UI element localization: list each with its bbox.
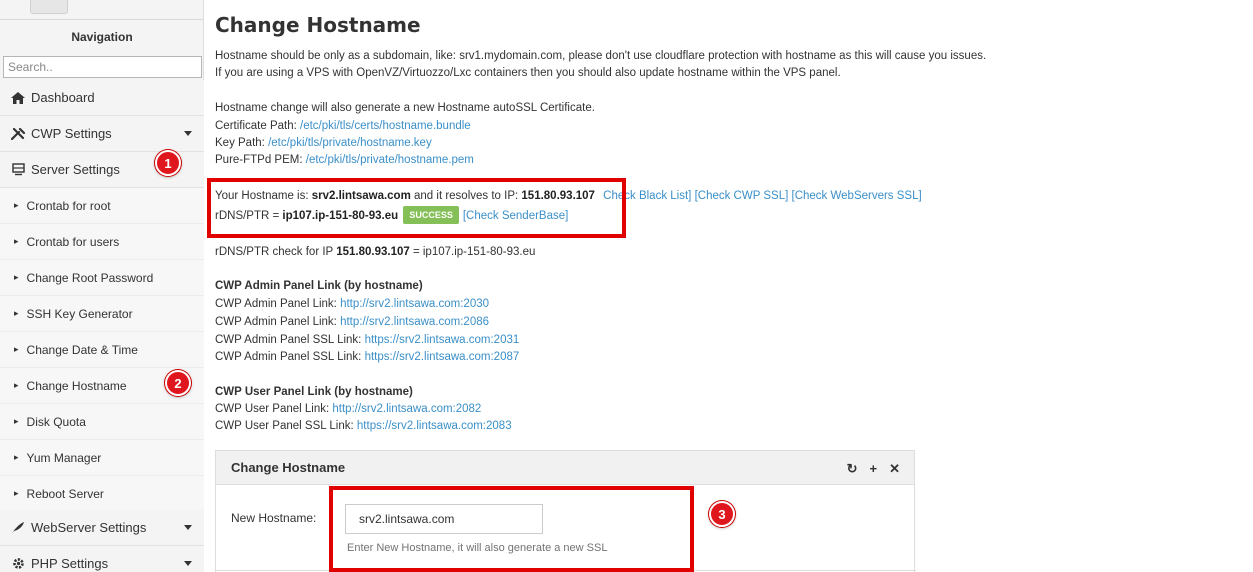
check-webservers-ssl-link[interactable]: [Check WebServers SSL] bbox=[792, 190, 922, 202]
label: Key Path: bbox=[215, 137, 269, 149]
divider bbox=[0, 19, 204, 20]
pem-path-line: Pure-FTPd PEM: /etc/pki/tls/private/host… bbox=[215, 152, 474, 168]
user-links-heading: CWP User Panel Link (by hostname) bbox=[215, 386, 413, 398]
admin-link-line: CWP Admin Panel SSL Link: https://srv2.l… bbox=[215, 349, 519, 365]
info-text: Hostname should be only as a subdomain, … bbox=[215, 50, 987, 62]
new-hostname-label: New Hostname: bbox=[231, 511, 317, 525]
highlight-box bbox=[329, 486, 694, 572]
label: CWP Admin Panel SSL Link: bbox=[215, 351, 365, 363]
admin-panel-ssl-link[interactable]: https://srv2.lintsawa.com:2087 bbox=[365, 351, 520, 363]
sidebar-subitem-label: Disk Quota bbox=[26, 414, 86, 429]
caret-right-icon: ▸ bbox=[14, 200, 19, 210]
server-icon bbox=[10, 163, 26, 176]
label: CWP Admin Panel Link: bbox=[215, 316, 341, 328]
sidebar-subitem-label: Change Date & Time bbox=[26, 342, 138, 357]
sidebar-subitem-label: Reboot Server bbox=[26, 486, 104, 501]
label: CWP User Panel Link: bbox=[215, 403, 333, 415]
step-badge-2: 2 bbox=[165, 370, 191, 396]
sidebar-subitem-change-date-time[interactable]: ▸ Change Date & Time bbox=[0, 332, 204, 368]
sidebar-item-label: Dashboard bbox=[31, 90, 95, 105]
step-badge-3: 3 bbox=[709, 501, 735, 527]
refresh-icon[interactable]: ↻ bbox=[847, 461, 858, 477]
caret-right-icon: ▸ bbox=[14, 416, 19, 426]
sidebar-subitem-label: Crontab for users bbox=[26, 234, 120, 249]
sidebar: Navigation Dashboard CWP Settings Server… bbox=[0, 0, 204, 572]
sidebar-subitem-crontab-users[interactable]: ▸ Crontab for users bbox=[0, 224, 204, 260]
chevron-down-icon bbox=[184, 561, 192, 566]
sidebar-item-label: PHP Settings bbox=[31, 556, 109, 571]
user-link-line: CWP User Panel SSL Link: https://srv2.li… bbox=[215, 418, 512, 434]
autossl-text: Hostname change will also generate a new… bbox=[215, 102, 595, 114]
caret-right-icon: ▸ bbox=[14, 236, 19, 246]
label: Certificate Path: bbox=[215, 120, 301, 132]
pem-path-link[interactable]: /etc/pki/tls/private/hostname.pem bbox=[306, 154, 474, 166]
user-panel-ssl-link[interactable]: https://srv2.lintsawa.com:2083 bbox=[357, 420, 512, 432]
certificate-path-link[interactable]: /etc/pki/tls/certs/hostname.bundle bbox=[300, 120, 471, 132]
label: Pure-FTPd PEM: bbox=[215, 154, 306, 166]
admin-panel-link[interactable]: http://srv2.lintsawa.com:2030 bbox=[340, 298, 489, 310]
panel-title: Change Hostname bbox=[231, 460, 346, 475]
caret-right-icon: ▸ bbox=[14, 380, 19, 390]
sidebar-subitem-label: Yum Manager bbox=[26, 450, 102, 465]
label: rDNS/PTR check for IP bbox=[215, 246, 337, 258]
sidebar-subitem-reboot-server[interactable]: ▸ Reboot Server bbox=[0, 476, 204, 512]
step-badge-1: 1 bbox=[155, 150, 181, 176]
rdns-check-ip: 151.80.93.107 bbox=[336, 246, 410, 258]
chevron-down-icon bbox=[184, 131, 192, 136]
sidebar-item-dashboard[interactable]: Dashboard bbox=[0, 80, 204, 116]
sidebar-subitem-yum-manager[interactable]: ▸ Yum Manager bbox=[0, 440, 204, 476]
expand-icon[interactable]: + bbox=[870, 461, 878, 477]
sidebar-subitem-label: SSH Key Generator bbox=[26, 306, 133, 321]
admin-panel-ssl-link[interactable]: https://srv2.lintsawa.com:2031 bbox=[365, 334, 520, 346]
sidebar-item-cwp-settings[interactable]: CWP Settings bbox=[0, 116, 204, 152]
home-icon bbox=[10, 91, 26, 104]
user-link-line: CWP User Panel Link: http://srv2.lintsaw… bbox=[215, 401, 481, 417]
search-input[interactable] bbox=[3, 56, 202, 78]
caret-right-icon: ▸ bbox=[14, 272, 19, 282]
highlight-box bbox=[207, 178, 626, 238]
info-text: If you are using a VPS with OpenVZ/Virtu… bbox=[215, 67, 841, 79]
sidebar-subitem-label: Change Root Password bbox=[26, 270, 154, 285]
label: CWP Admin Panel SSL Link: bbox=[215, 334, 365, 346]
sidebar-subitem-label: Crontab for root bbox=[26, 198, 111, 213]
sidebar-subitem-disk-quota[interactable]: ▸ Disk Quota bbox=[0, 404, 204, 440]
sidebar-item-webserver-settings[interactable]: WebServer Settings bbox=[0, 510, 204, 546]
panel-tools: ↻ + ✕ bbox=[847, 461, 900, 477]
sidebar-item-label: WebServer Settings bbox=[31, 520, 147, 535]
sidebar-subitem-crontab-root[interactable]: ▸ Crontab for root bbox=[0, 188, 204, 224]
check-cwp-ssl-link[interactable]: [Check CWP SSL] bbox=[695, 190, 789, 202]
caret-right-icon: ▸ bbox=[14, 344, 19, 354]
caret-right-icon: ▸ bbox=[14, 308, 19, 318]
key-path-line: Key Path: /etc/pki/tls/private/hostname.… bbox=[215, 135, 432, 151]
sidebar-subitem-label: Change Hostname bbox=[26, 378, 127, 393]
admin-link-line: CWP Admin Panel SSL Link: https://srv2.l… bbox=[215, 332, 519, 348]
chevron-down-icon bbox=[184, 525, 192, 530]
sidebar-item-label: Server Settings bbox=[31, 162, 120, 177]
admin-link-line: CWP Admin Panel Link: http://srv2.lintsa… bbox=[215, 296, 489, 312]
caret-right-icon: ▸ bbox=[14, 452, 19, 462]
sidebar-subitem-change-root-password[interactable]: ▸ Change Root Password bbox=[0, 260, 204, 296]
panel-header: Change Hostname ↻ + ✕ bbox=[216, 451, 914, 485]
tools-icon bbox=[10, 127, 26, 140]
key-path-link[interactable]: /etc/pki/tls/private/hostname.key bbox=[268, 137, 432, 149]
user-panel-link[interactable]: http://srv2.lintsawa.com:2082 bbox=[332, 403, 481, 415]
admin-links-heading: CWP Admin Panel Link (by hostname) bbox=[215, 280, 423, 292]
sidebar-item-label: CWP Settings bbox=[31, 126, 112, 141]
caret-right-icon: ▸ bbox=[14, 488, 19, 498]
label: CWP Admin Panel Link: bbox=[215, 298, 341, 310]
nav-title: Navigation bbox=[71, 30, 133, 44]
label: CWP User Panel SSL Link: bbox=[215, 420, 357, 432]
label: = ip107.ip-151-80-93.eu bbox=[409, 246, 536, 258]
close-icon[interactable]: ✕ bbox=[889, 461, 900, 477]
sidebar-item-php-settings[interactable]: PHP Settings bbox=[0, 546, 204, 572]
rdns-check-line: rDNS/PTR check for IP 151.80.93.107 = ip… bbox=[215, 244, 535, 260]
certificate-path-line: Certificate Path: /etc/pki/tls/certs/hos… bbox=[215, 118, 471, 134]
gear-icon bbox=[10, 557, 26, 570]
feather-icon bbox=[10, 521, 26, 534]
admin-panel-link[interactable]: http://srv2.lintsawa.com:2086 bbox=[340, 316, 489, 328]
sidebar-subitem-ssh-key-generator[interactable]: ▸ SSH Key Generator bbox=[0, 296, 204, 332]
admin-link-line: CWP Admin Panel Link: http://srv2.lintsa… bbox=[215, 314, 489, 330]
sidebar-toggle-button[interactable] bbox=[30, 0, 68, 14]
page-title: Change Hostname bbox=[215, 13, 421, 37]
